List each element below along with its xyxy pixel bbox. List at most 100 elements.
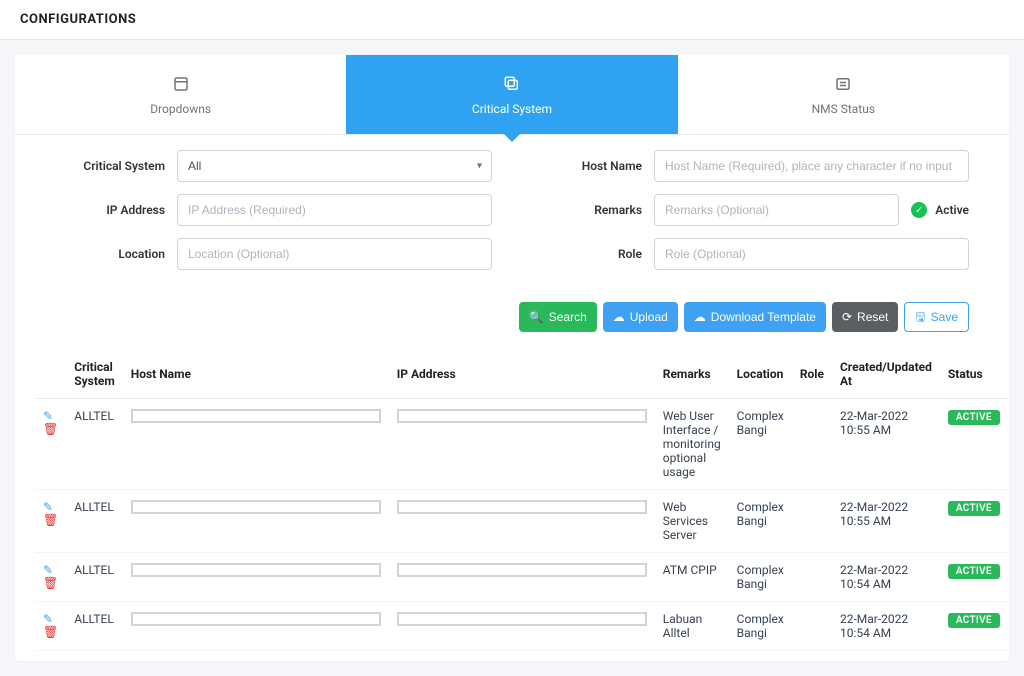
cell-ip-address xyxy=(389,490,655,553)
cell-location: Complex Bangi xyxy=(729,399,792,490)
box-icon xyxy=(15,75,346,96)
delete-icon[interactable]: 🗑 xyxy=(43,423,58,435)
redacted-bar xyxy=(397,612,647,626)
cell-host-name xyxy=(123,602,389,651)
upload-button[interactable]: ☁ Upload xyxy=(603,302,678,332)
cell-created-updated: 22-Mar-2022 10:54 AM xyxy=(832,553,940,602)
check-icon: ✓ xyxy=(911,202,927,218)
critical-system-select[interactable]: All xyxy=(177,150,492,182)
cell-location: Complex Bangi xyxy=(729,602,792,651)
button-label: Download Template xyxy=(711,310,816,324)
label-host-name: Host Name xyxy=(532,159,642,173)
status-badge: ACTIVE xyxy=(948,613,1000,628)
status-badge: ACTIVE xyxy=(948,564,1000,579)
th-ip-address: IP Address xyxy=(389,350,655,399)
page-title: CONFIGURATIONS xyxy=(0,0,1024,40)
redacted-bar xyxy=(397,563,647,577)
active-label: Active xyxy=(935,203,969,217)
cell-ip-address xyxy=(389,399,655,490)
search-button[interactable]: 🔍 Search xyxy=(519,302,597,332)
cell-critical-system: ALLTEL xyxy=(66,602,123,651)
status-badge: ACTIVE xyxy=(948,501,1000,516)
button-label: Upload xyxy=(630,310,668,324)
cell-host-name xyxy=(123,399,389,490)
table-row: ✎🗑 ALLTEL Web User Interface / monitoring … xyxy=(35,399,1008,490)
save-icon: 🖫 xyxy=(915,311,925,323)
tabs: Dropdowns Critical System NMS Status xyxy=(15,55,1009,135)
download-template-button[interactable]: ☁ Download Template xyxy=(684,302,826,332)
label-remarks: Remarks xyxy=(532,203,642,217)
tab-label: Critical System xyxy=(472,102,552,116)
redacted-bar xyxy=(131,500,381,514)
redacted-bar xyxy=(131,612,381,626)
cell-role xyxy=(792,553,832,602)
cell-status: ACTIVE xyxy=(940,553,1008,602)
th-host-name: Host Name xyxy=(123,350,389,399)
cell-status: ACTIVE xyxy=(940,399,1008,490)
th-remarks: Remarks xyxy=(655,350,729,399)
tab-nms-status[interactable]: NMS Status xyxy=(678,55,1009,134)
cloud-down-icon: ☁ xyxy=(694,311,706,323)
th-location: Location xyxy=(729,350,792,399)
edit-icon[interactable]: ✎ xyxy=(43,410,58,422)
location-input[interactable] xyxy=(177,238,492,270)
label-ip-address: IP Address xyxy=(55,203,165,217)
th-critical-system: Critical System xyxy=(66,350,123,399)
cell-host-name xyxy=(123,490,389,553)
label-role: Role xyxy=(532,247,642,261)
delete-icon[interactable]: 🗑 xyxy=(43,514,58,526)
cell-critical-system: ALLTEL xyxy=(66,399,123,490)
button-label: Save xyxy=(931,310,958,324)
cell-created-updated: 22-Mar-2022 10:55 AM xyxy=(832,399,940,490)
cell-host-name xyxy=(123,553,389,602)
host-name-input[interactable] xyxy=(654,150,969,182)
reset-button[interactable]: ⟳ Reset xyxy=(832,302,898,332)
role-input[interactable] xyxy=(654,238,969,270)
remarks-input[interactable] xyxy=(654,194,899,226)
results-table: Critical System Host Name IP Address Rem… xyxy=(35,350,1008,651)
cell-location: Complex Bangi xyxy=(729,553,792,602)
th-status: Status xyxy=(940,350,1008,399)
action-buttons: 🔍 Search ☁ Upload ☁ Download Template ⟳ … xyxy=(15,302,1009,350)
cell-role xyxy=(792,490,832,553)
table-row: ✎🗑ALLTELLabuan AlltelComplex Bangi22-Mar… xyxy=(35,602,1008,651)
status-badge: ACTIVE xyxy=(948,410,1000,425)
cell-remarks: Web User Interface / monitoring optional… xyxy=(655,399,729,490)
redacted-bar xyxy=(397,409,647,423)
cell-created-updated: 22-Mar-2022 10:54 AM xyxy=(832,602,940,651)
edit-icon[interactable]: ✎ xyxy=(43,564,58,576)
ip-address-input[interactable] xyxy=(177,194,492,226)
search-icon: 🔍 xyxy=(529,311,544,323)
save-button[interactable]: 🖫 Save xyxy=(904,302,969,332)
label-critical-system: Critical System xyxy=(55,159,165,173)
th-role: Role xyxy=(792,350,832,399)
tab-critical-system[interactable]: Critical System xyxy=(346,55,677,134)
table-row: ✎🗑ALLTELATM CPIPComplex Bangi22-Mar-2022… xyxy=(35,553,1008,602)
redacted-bar xyxy=(131,409,381,423)
delete-icon[interactable]: 🗑 xyxy=(43,626,58,638)
button-label: Search xyxy=(549,310,587,324)
config-card: Dropdowns Critical System NMS Status Cri… xyxy=(15,55,1009,661)
th-created-updated: Created/Updated At xyxy=(832,350,940,399)
cell-ip-address xyxy=(389,553,655,602)
edit-icon[interactable]: ✎ xyxy=(43,501,58,513)
cell-role xyxy=(792,399,832,490)
edit-icon[interactable]: ✎ xyxy=(43,613,58,625)
table-row: ✎🗑ALLTELWeb Services ServerComplex Bangi… xyxy=(35,490,1008,553)
cell-role xyxy=(792,602,832,651)
cell-status: ACTIVE xyxy=(940,602,1008,651)
cell-remarks: Web Services Server xyxy=(655,490,729,553)
cell-critical-system: ALLTEL xyxy=(66,490,123,553)
redacted-bar xyxy=(131,563,381,577)
tab-label: Dropdowns xyxy=(150,102,211,116)
redacted-bar xyxy=(397,500,647,514)
cell-ip-address xyxy=(389,602,655,651)
cell-remarks: ATM CPIP xyxy=(655,553,729,602)
delete-icon[interactable]: 🗑 xyxy=(43,577,58,589)
label-location: Location xyxy=(55,247,165,261)
refresh-icon: ⟳ xyxy=(842,311,852,323)
filter-form: Critical System All IP Address Location xyxy=(15,135,1009,302)
cell-created-updated: 22-Mar-2022 10:55 AM xyxy=(832,490,940,553)
tab-dropdowns[interactable]: Dropdowns xyxy=(15,55,346,134)
cloud-up-icon: ☁ xyxy=(613,311,625,323)
